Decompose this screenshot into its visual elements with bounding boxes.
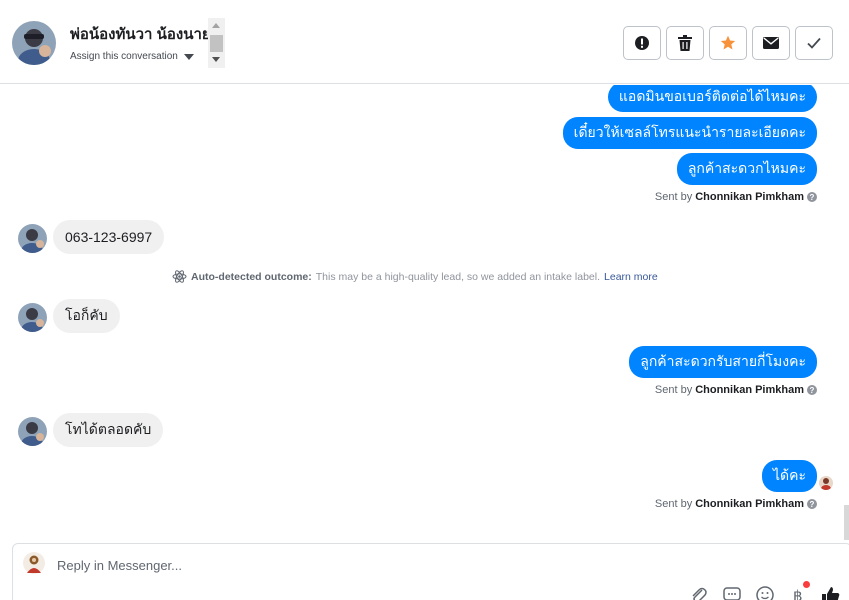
- outgoing-message[interactable]: ลูกค้าสะดวกไหมคะ: [676, 153, 817, 185]
- star-icon: [720, 35, 736, 50]
- header-actions: [623, 26, 833, 60]
- sent-by-label: Sent by Chonnikan Pimkham ?: [655, 191, 817, 203]
- scroll-up-arrow-icon[interactable]: [212, 23, 220, 28]
- help-icon[interactable]: ?: [807, 192, 817, 202]
- emoji-icon[interactable]: [755, 585, 775, 600]
- saved-replies-icon[interactable]: [722, 585, 742, 600]
- sent-by-label: Sent by Chonnikan Pimkham ?: [655, 384, 817, 396]
- notification-dot: [803, 581, 810, 588]
- learn-more-link[interactable]: Learn more: [604, 271, 658, 283]
- exclamation-circle-icon: [635, 36, 649, 50]
- caret-down-icon: [183, 53, 194, 60]
- auto-detected-text: This may be a high-quality lead, so we a…: [315, 270, 601, 283]
- mark-done-button[interactable]: [795, 26, 833, 60]
- payment-icon[interactable]: ฿: [788, 581, 810, 600]
- scroll-down-arrow-icon[interactable]: [212, 57, 220, 62]
- scroll-thumb[interactable]: [210, 35, 223, 52]
- outgoing-message[interactable]: ได้คะ: [761, 460, 817, 492]
- checkmark-icon: [807, 37, 821, 49]
- atom-icon: [172, 270, 187, 283]
- message-thread[interactable]: แอดมินขอเบอร์ติดต่อได้ไหมคะ เดี๋ยวให้เซล…: [0, 85, 849, 540]
- page-avatar: [22, 551, 46, 575]
- sent-by-prefix: Sent by: [654, 191, 693, 203]
- envelope-icon: [763, 37, 779, 49]
- help-icon[interactable]: ?: [807, 385, 817, 395]
- incoming-message[interactable]: โทได้ตลอดคับ: [53, 413, 164, 447]
- assign-label: Assign this conversation: [70, 51, 178, 62]
- mark-unread-button[interactable]: [752, 26, 790, 60]
- thread-scrollbar[interactable]: [844, 505, 849, 540]
- header-scrollbar[interactable]: [208, 18, 225, 68]
- star-button[interactable]: [709, 26, 747, 60]
- contact-avatar-small[interactable]: [18, 417, 47, 446]
- trash-icon: [678, 35, 692, 51]
- sent-by-name: Chonnikan Pimkham: [695, 384, 804, 396]
- incoming-message[interactable]: 063-123-6997: [53, 220, 165, 254]
- svg-text:฿: ฿: [793, 587, 803, 600]
- sent-by-name: Chonnikan Pimkham: [695, 191, 804, 203]
- assign-conversation-dropdown[interactable]: Assign this conversation: [70, 51, 194, 62]
- outgoing-message[interactable]: ลูกค้าสะดวกรับสายกี่โมงคะ: [629, 346, 817, 378]
- composer-tools: ฿: [689, 581, 841, 600]
- seen-by-avatar: [819, 476, 833, 490]
- paperclip-icon[interactable]: [689, 585, 709, 600]
- delete-button[interactable]: [666, 26, 704, 60]
- reply-input[interactable]: [57, 554, 557, 576]
- incoming-message[interactable]: โอก็คับ: [53, 299, 120, 333]
- contact-name: พ่อน้องทันวา น้องนาย: [70, 26, 211, 43]
- mark-spam-button[interactable]: [623, 26, 661, 60]
- help-icon[interactable]: ?: [807, 499, 817, 509]
- reply-composer: ฿: [12, 543, 849, 600]
- thumbs-up-icon[interactable]: [821, 585, 841, 600]
- auto-detected-outcome-note: Auto-detected outcome: This may be a hig…: [172, 269, 658, 284]
- sent-by-label: Sent by Chonnikan Pimkham ?: [655, 498, 817, 510]
- contact-avatar-small[interactable]: [18, 224, 47, 253]
- sent-by-name: Chonnikan Pimkham: [695, 498, 804, 510]
- conversation-header: พ่อน้องทันวา น้องนาย Assign this convers…: [0, 0, 849, 84]
- auto-detected-title: Auto-detected outcome:: [191, 270, 312, 283]
- sent-by-prefix: Sent by: [654, 384, 693, 396]
- sent-by-prefix: Sent by: [654, 498, 693, 510]
- outgoing-message[interactable]: เดี๋ยวให้เซลล์โทรแนะนำรายละเอียดคะ: [562, 117, 817, 149]
- outgoing-message[interactable]: แอดมินขอเบอร์ติดต่อได้ไหมคะ: [607, 85, 817, 112]
- contact-avatar[interactable]: [12, 21, 56, 65]
- contact-avatar-small[interactable]: [18, 303, 47, 332]
